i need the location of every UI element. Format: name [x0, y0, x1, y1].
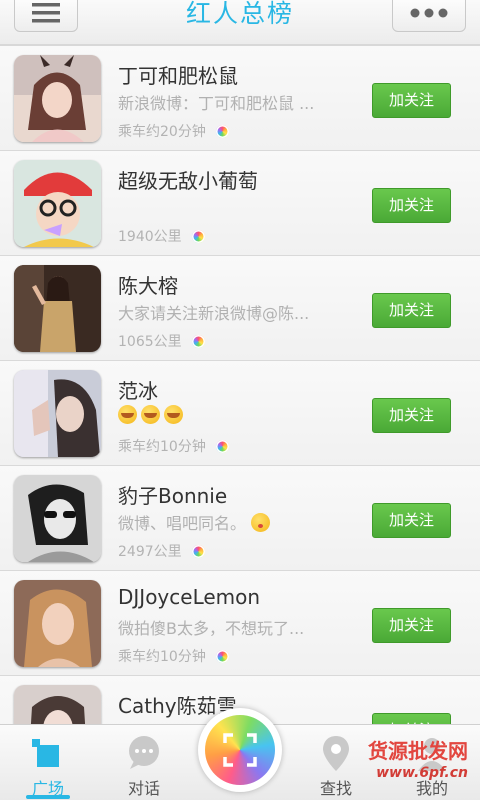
user-description: 微博、唱吧同名。: [118, 510, 354, 534]
avatar: [14, 265, 101, 352]
avatar: [14, 55, 101, 142]
avatar: [14, 370, 101, 457]
user-description: [118, 405, 354, 425]
distance-text: 2497公里: [118, 544, 182, 560]
watermark-text: 货源批发网: [368, 739, 468, 763]
user-name: 丁可和肥松鼠: [118, 64, 238, 88]
follow-button[interactable]: 加关注: [372, 83, 451, 118]
rainbow-dot-icon: [191, 229, 205, 243]
laugh-tears-emoji-icon: [118, 405, 137, 424]
rainbow-dot-icon: [215, 439, 229, 453]
more-dots-icon: [410, 8, 448, 18]
list-item[interactable]: 丁可和肥松鼠 新浪微博：丁可和肥松鼠 ... 乘车约20分钟 加关注: [0, 46, 480, 151]
description-text: 微博、唱吧同名。: [118, 514, 247, 533]
rainbow-dot-icon: [215, 124, 229, 138]
location-pin-icon: [323, 736, 349, 771]
user-description: 新浪微博：丁可和肥松鼠 ...: [118, 94, 315, 113]
user-description: 微拍傻B太多，不想玩了...: [118, 619, 305, 638]
avatar: [14, 475, 101, 562]
distance-text: 1940公里: [118, 229, 182, 245]
follow-button[interactable]: 加关注: [372, 398, 451, 433]
kiss-emoji-icon: [251, 513, 271, 532]
tab-label: 广场: [31, 779, 64, 798]
list-item[interactable]: DJJoyceLemon 微拍傻B太多，不想玩了... 乘车约10分钟 加关注: [0, 571, 480, 676]
top-bar: 红人总榜: [0, 0, 480, 46]
camera-scan-button[interactable]: [198, 708, 282, 792]
user-distance: 2497公里: [118, 541, 205, 561]
rainbow-dot-icon: [215, 649, 229, 663]
scan-frame-icon: [223, 733, 257, 767]
user-distance: 1940公里: [118, 226, 205, 246]
more-button[interactable]: [392, 0, 466, 32]
avatar: [14, 160, 101, 247]
user-distance: 乘车约10分钟: [118, 646, 229, 666]
user-description: 大家请关注新浪微博@陈...: [118, 304, 310, 323]
distance-text: 1065公里: [118, 334, 182, 350]
user-distance: 1065公里: [118, 331, 205, 351]
laugh-tears-emoji-icon: [164, 405, 183, 424]
chat-bubble-icon: [129, 736, 159, 769]
distance-text: 乘车约20分钟: [118, 124, 206, 140]
watermark: 货源批发网 www.6pf.cn: [368, 740, 468, 784]
list-item[interactable]: 豹子Bonnie 微博、唱吧同名。 2497公里 加关注: [0, 466, 480, 571]
distance-text: 乘车约10分钟: [118, 649, 206, 665]
follow-button[interactable]: 加关注: [372, 293, 451, 328]
user-distance: 乘车约20分钟: [118, 121, 229, 141]
follow-button[interactable]: 加关注: [372, 188, 451, 223]
user-list: 丁可和肥松鼠 新浪微博：丁可和肥松鼠 ... 乘车约20分钟 加关注 超级无敌小…: [0, 46, 480, 781]
scan-ring: [205, 715, 275, 785]
follow-button[interactable]: 加关注: [372, 608, 451, 643]
user-name: 豹子Bonnie: [118, 484, 228, 508]
user-distance: 乘车约10分钟: [118, 436, 229, 456]
tab-chat[interactable]: 对话: [96, 725, 192, 800]
tab-label: 对话: [127, 779, 160, 798]
laugh-tears-emoji-icon: [141, 405, 160, 424]
distance-text: 乘车约10分钟: [118, 439, 206, 455]
follow-button[interactable]: 加关注: [372, 503, 451, 538]
user-name: DJJoyceLemon: [118, 585, 261, 609]
list-item[interactable]: 陈大榕 大家请关注新浪微博@陈... 1065公里 加关注: [0, 256, 480, 361]
list-item[interactable]: 范冰 乘车约10分钟 加关注: [0, 361, 480, 466]
rainbow-dot-icon: [191, 544, 205, 558]
avatar: [14, 580, 101, 667]
watermark-url: www.6pf.cn: [376, 765, 468, 781]
user-name: 超级无敌小葡萄: [118, 169, 258, 193]
plaza-icon: [32, 739, 59, 767]
user-name: 陈大榕: [118, 274, 178, 298]
tab-plaza[interactable]: 广场: [0, 725, 96, 800]
user-name: 范冰: [118, 379, 158, 403]
list-item[interactable]: 超级无敌小葡萄 1940公里 加关注: [0, 151, 480, 256]
rainbow-dot-icon: [191, 334, 205, 348]
